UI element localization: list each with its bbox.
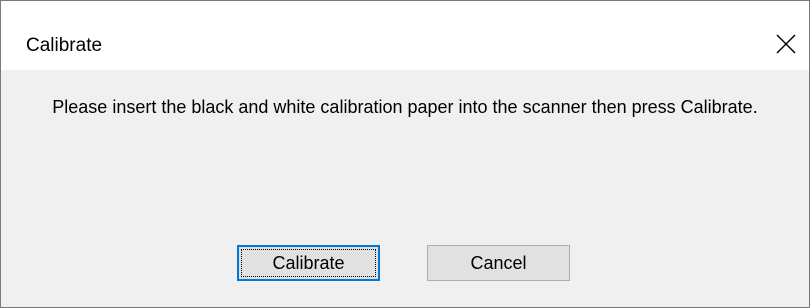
close-button[interactable] <box>763 21 809 67</box>
calibrate-dialog: Calibrate Please insert the black and wh… <box>0 0 810 308</box>
close-icon <box>776 34 796 54</box>
instruction-message: Please insert the black and white calibr… <box>52 97 758 117</box>
window-title: Calibrate <box>26 35 103 56</box>
dialog-body: Please insert the black and white calibr… <box>1 70 809 307</box>
title-bar: Calibrate <box>1 1 809 70</box>
cancel-button-label: Cancel <box>470 252 527 273</box>
cancel-button[interactable]: Cancel <box>427 245 570 281</box>
calibrate-button[interactable]: Calibrate <box>237 245 380 281</box>
focus-rectangle <box>241 249 376 277</box>
